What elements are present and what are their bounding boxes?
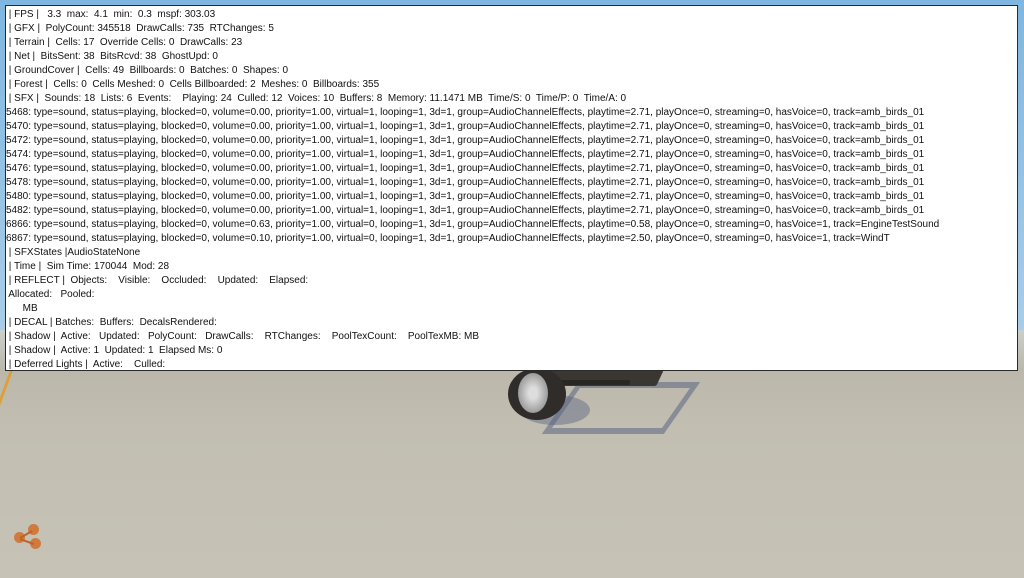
sound-entry-line: 5476: type=sound, status=playing, blocke… [6, 163, 925, 174]
sound-entry-line: 5480: type=sound, status=playing, blocke… [6, 191, 925, 202]
mb-line: MB [6, 303, 38, 314]
fps-line: | FPS | 3.3 max: 4.1 min: 0.3 mspf: 303.… [6, 9, 216, 20]
shadow-stats-line: | Shadow | Active: Updated: PolyCount: D… [6, 331, 479, 342]
trailer-axle [560, 380, 630, 385]
groundcover-line: | GroundCover | Cells: 49 Billboards: 0 … [6, 65, 289, 76]
sfxstates-line: | SFXStates |AudioStateNone [6, 247, 141, 258]
sound-entry-line: 5468: type=sound, status=playing, blocke… [6, 107, 925, 118]
terrain-line: | Terrain | Cells: 17 Override Cells: 0 … [6, 37, 243, 48]
forest-line: | Forest | Cells: 0 Cells Meshed: 0 Cell… [6, 79, 380, 90]
shadow-active-line: | Shadow | Active: 1 Updated: 1 Elapsed … [6, 345, 223, 356]
debug-metrics-panel: | FPS | 3.3 max: 4.1 min: 0.3 mspf: 303.… [5, 5, 1018, 371]
gfx-line: | GFX | PolyCount: 345518 DrawCalls: 735… [6, 23, 274, 34]
trailer-wheel-rim [518, 373, 548, 413]
time-line: | Time | Sim Time: 170044 Mod: 28 [6, 261, 170, 272]
sound-entry-line: 5470: type=sound, status=playing, blocke… [6, 121, 925, 132]
deferred-lights-line: | Deferred Lights | Active: Culled: [6, 359, 166, 370]
axis-gizmo-icon[interactable] [14, 524, 44, 550]
decal-line: | DECAL | Batches: Buffers: DecalsRender… [6, 317, 217, 328]
sfx-summary-line: | SFX | Sounds: 18 Lists: 6 Events: Play… [6, 93, 627, 104]
sound-entry-line: 5482: type=sound, status=playing, blocke… [6, 205, 925, 216]
sound-entry-line: 5474: type=sound, status=playing, blocke… [6, 149, 925, 160]
sound-entry-line: 6867: type=sound, status=playing, blocke… [6, 233, 890, 244]
sound-entry-line: 5478: type=sound, status=playing, blocke… [6, 177, 925, 188]
allocated-line: Allocated: Pooled: [6, 289, 95, 300]
sound-entry-line: 5472: type=sound, status=playing, blocke… [6, 135, 925, 146]
sound-entry-line: 6866: type=sound, status=playing, blocke… [6, 219, 940, 230]
reflect-line: | REFLECT | Objects: Visible: Occluded: … [6, 275, 309, 286]
net-line: | Net | BitsSent: 38 BitsRcvd: 38 GhostU… [6, 51, 218, 62]
